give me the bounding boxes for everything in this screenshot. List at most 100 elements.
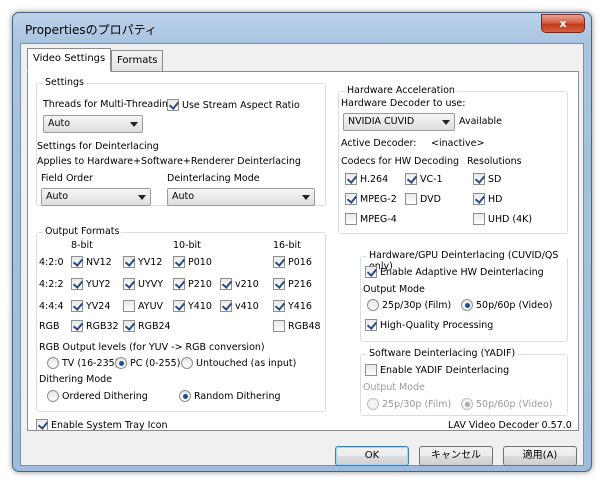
codec-h264-checkbox[interactable]: H.264 bbox=[345, 173, 388, 185]
format-rgb24-checkbox[interactable]: RGB24 bbox=[123, 320, 171, 332]
checkbox-unchecked-icon bbox=[123, 300, 135, 312]
codec-dvd-checkbox[interactable]: DVD bbox=[405, 193, 441, 205]
format-y416-checkbox[interactable]: Y416 bbox=[273, 300, 312, 312]
codec-vc1-label: VC-1 bbox=[420, 173, 443, 185]
sw-mode-video-radio[interactable]: 50p/60p (Video) bbox=[461, 398, 553, 410]
deint-mode-select[interactable]: Auto bbox=[167, 188, 315, 206]
res-uhd-checkbox[interactable]: UHD (4K) bbox=[473, 213, 532, 225]
output-formats-title: Output Formats bbox=[43, 226, 122, 237]
format-yv12-label: YV12 bbox=[138, 256, 163, 268]
hw-mode-film-radio[interactable]: 25p/30p (Film) bbox=[367, 299, 451, 311]
format-ayuv-checkbox[interactable]: AYUV bbox=[123, 300, 163, 312]
codec-vc1-checkbox[interactable]: VC-1 bbox=[405, 173, 443, 185]
settings-group: Settings Threads for Multi-Threading Aut… bbox=[36, 77, 326, 206]
checkbox-checked-icon bbox=[473, 193, 485, 205]
sw-deint-enable-label: Enable YADIF Deinterlacing bbox=[380, 364, 510, 376]
format-rgb32-checkbox[interactable]: RGB32 bbox=[71, 320, 119, 332]
checkbox-checked-icon bbox=[173, 300, 185, 312]
deint-mode-select-value: Auto bbox=[172, 191, 195, 202]
stream-aspect-checkbox[interactable]: Use Stream Aspect Ratio bbox=[167, 99, 300, 111]
hw-output-mode-label: Output Mode bbox=[363, 284, 425, 295]
checkbox-checked-icon bbox=[365, 319, 377, 331]
checkbox-checked-icon bbox=[36, 419, 48, 431]
sw-mode-film-radio[interactable]: 25p/30p (Film) bbox=[367, 398, 451, 410]
threads-select[interactable]: Auto bbox=[43, 115, 143, 133]
active-decoder-value: <inactive> bbox=[431, 138, 485, 149]
checkbox-checked-icon bbox=[273, 278, 285, 290]
levels-pc-label: PC (0-255) bbox=[130, 357, 181, 369]
codec-mpeg4-label: MPEG-4 bbox=[360, 213, 397, 225]
deint-settings-title: Settings for Deinterlacing bbox=[37, 141, 159, 152]
close-button[interactable]: x bbox=[541, 14, 585, 33]
format-rgb24-label: RGB24 bbox=[138, 320, 171, 332]
checkbox-checked-icon bbox=[365, 266, 377, 278]
apply-button[interactable]: 適用(A) bbox=[503, 446, 577, 466]
row-label-444: 4:4:4 bbox=[39, 301, 64, 312]
format-y416-label: Y416 bbox=[288, 300, 312, 312]
checkbox-checked-icon bbox=[405, 173, 417, 185]
checkbox-checked-icon bbox=[123, 278, 135, 290]
format-yv12-checkbox[interactable]: YV12 bbox=[123, 256, 162, 268]
resolutions-label: Resolutions bbox=[467, 156, 522, 167]
checkbox-checked-icon bbox=[71, 320, 83, 332]
radio-selected-icon bbox=[179, 390, 191, 402]
ok-button[interactable]: OK bbox=[335, 446, 409, 466]
sw-output-mode-label: Output Mode bbox=[363, 382, 425, 393]
codec-mpeg4-checkbox[interactable]: MPEG-4 bbox=[345, 213, 397, 225]
format-v210-checkbox[interactable]: v210 bbox=[220, 278, 259, 290]
dithering-label: Dithering Mode bbox=[39, 374, 113, 385]
field-order-select[interactable]: Auto bbox=[41, 188, 151, 206]
format-nv12-checkbox[interactable]: NV12 bbox=[71, 256, 112, 268]
hw-decoder-select[interactable]: NVIDIA CUVID bbox=[343, 113, 455, 131]
dialog-client-area: Video Settings Formats Settings Threads … bbox=[20, 43, 584, 466]
tray-icon-checkbox[interactable]: Enable System Tray Icon bbox=[36, 419, 167, 431]
format-uyvy-checkbox[interactable]: UYVY bbox=[123, 278, 163, 290]
hw-deint-enable-checkbox[interactable]: Enable Adaptive HW Deinterlacing bbox=[365, 266, 544, 278]
tab-video-settings[interactable]: Video Settings bbox=[27, 48, 112, 72]
cancel-button[interactable]: キャンセル bbox=[419, 446, 493, 466]
checkbox-unchecked-icon bbox=[365, 364, 377, 376]
format-rgb48-checkbox[interactable]: RGB48 bbox=[273, 320, 321, 332]
sw-deint-enable-checkbox[interactable]: Enable YADIF Deinterlacing bbox=[365, 364, 509, 376]
format-yv24-checkbox[interactable]: YV24 bbox=[71, 300, 110, 312]
format-p216-checkbox[interactable]: P216 bbox=[273, 278, 312, 290]
format-v410-checkbox[interactable]: v410 bbox=[220, 300, 259, 312]
title-bar[interactable]: Propertiesのプロパティ x bbox=[13, 13, 591, 43]
codec-mpeg2-checkbox[interactable]: MPEG-2 bbox=[345, 193, 397, 205]
checkbox-checked-icon bbox=[71, 278, 83, 290]
radio-selected-icon bbox=[461, 299, 473, 311]
levels-pc-radio[interactable]: PC (0-255) bbox=[115, 357, 180, 369]
dithering-random-radio[interactable]: Random Dithering bbox=[179, 390, 281, 402]
hw-hq-checkbox[interactable]: High-Quality Processing bbox=[365, 319, 493, 331]
format-p010-checkbox[interactable]: P010 bbox=[173, 256, 212, 268]
checkbox-checked-icon bbox=[345, 193, 357, 205]
format-v210-label: v210 bbox=[235, 278, 259, 290]
res-uhd-label: UHD (4K) bbox=[488, 213, 533, 225]
hw-mode-video-radio[interactable]: 50p/60p (Video) bbox=[461, 299, 553, 311]
checkbox-checked-icon bbox=[273, 256, 285, 268]
hw-decoder-select-value: NVIDIA CUVID bbox=[348, 116, 415, 127]
dithering-ordered-radio[interactable]: Ordered Dithering bbox=[47, 390, 148, 402]
checkbox-unchecked-icon bbox=[473, 213, 485, 225]
tab-formats[interactable]: Formats bbox=[111, 50, 164, 71]
format-p016-checkbox[interactable]: P016 bbox=[273, 256, 312, 268]
levels-untouched-label: Untouched (as input) bbox=[196, 357, 297, 369]
levels-tv-radio[interactable]: TV (16-235) bbox=[47, 357, 118, 369]
chevron-down-icon bbox=[130, 122, 138, 127]
format-y410-label: Y410 bbox=[188, 300, 212, 312]
row-label-rgb: RGB bbox=[39, 321, 60, 332]
res-hd-checkbox[interactable]: HD bbox=[473, 193, 502, 205]
format-yuy2-checkbox[interactable]: YUY2 bbox=[71, 278, 111, 290]
hw-hq-label: High-Quality Processing bbox=[380, 319, 494, 331]
rgb-levels-label: RGB Output levels (for YUV -> RGB conver… bbox=[39, 342, 265, 353]
format-y410-checkbox[interactable]: Y410 bbox=[173, 300, 212, 312]
checkbox-unchecked-icon bbox=[405, 193, 417, 205]
checkbox-checked-icon bbox=[173, 256, 185, 268]
levels-untouched-radio[interactable]: Untouched (as input) bbox=[181, 357, 296, 369]
checkbox-unchecked-icon bbox=[273, 320, 285, 332]
res-sd-checkbox[interactable]: SD bbox=[473, 173, 501, 185]
sw-deint-title: Software Deinterlacing (YADIF) bbox=[367, 348, 518, 359]
format-p210-checkbox[interactable]: P210 bbox=[173, 278, 212, 290]
format-p210-label: P210 bbox=[188, 278, 212, 290]
sw-mode-video-label: 50p/60p (Video) bbox=[476, 398, 553, 410]
